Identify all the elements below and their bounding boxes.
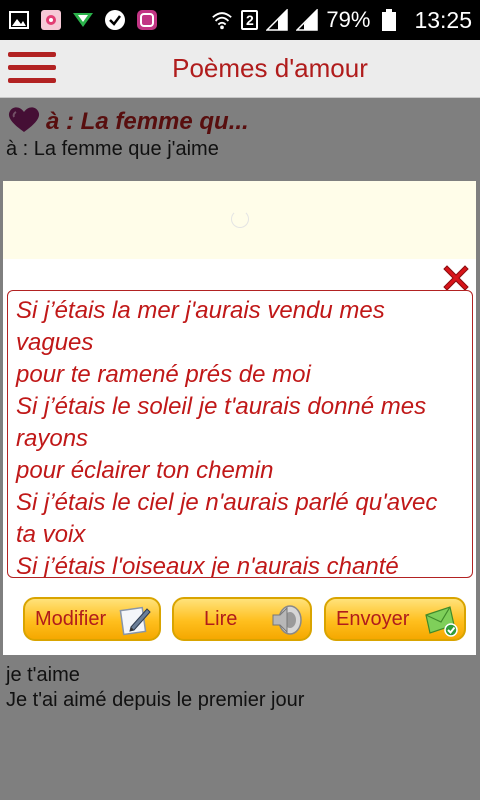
lire-button[interactable]: Lire [172,597,312,641]
poem-line: ta voix [16,521,86,548]
poem-line: Si j’étais le soleil je t'aurais donné m… [16,393,427,420]
poem-line: rayons [16,425,89,452]
sim-badge: 2 [241,10,259,30]
edit-pencil-icon [119,603,153,637]
battery-icon [378,9,400,31]
check-badge-icon [104,9,126,31]
loading-spinner-icon [231,210,249,228]
signal-icon-2 [296,9,319,31]
poem-line: Si j’étais la mer j'aurais vendu mes [16,297,385,324]
ad-banner-area [3,181,476,259]
play-store-icon [72,9,94,31]
gallery-icon [8,9,30,31]
system-icons: 2 79% 13:25 [211,7,472,34]
clock: 13:25 [414,6,472,33]
poem-line: vagues [16,329,94,356]
lire-label: Lire [204,607,238,630]
modifier-label: Modifier [35,607,107,630]
poem-dialog: Si j’étais la mer j'aurais vendu mes vag… [3,181,476,655]
poem-line: Si j’étais l'oiseaux je n'aurais chanté [16,553,399,578]
poem-line: pour te ramené prés de moi [16,361,311,388]
wifi-icon [211,9,233,31]
instagram-icon [136,9,158,31]
poem-line: pour éclairer ton chemin [16,457,274,484]
flower-app-icon [40,9,62,31]
poem-line: Si j’étais le ciel je n'aurais parlé qu'… [16,489,438,516]
app-bar: Poèmes d'amour [0,40,480,98]
speaker-icon [270,603,304,637]
send-envelope-icon [424,603,458,637]
poem-text-box[interactable]: Si j’étais la mer j'aurais vendu mes vag… [7,290,473,578]
modifier-button[interactable]: Modifier [23,597,161,641]
status-bar: 2 79% 13:25 [0,0,480,40]
notification-icons [8,9,158,31]
app-title: Poèmes d'amour [172,53,368,83]
envoyer-label: Envoyer [336,607,410,630]
envoyer-button[interactable]: Envoyer [324,597,466,641]
battery-percent: 79% [326,7,371,32]
signal-icon-1 [266,9,289,31]
